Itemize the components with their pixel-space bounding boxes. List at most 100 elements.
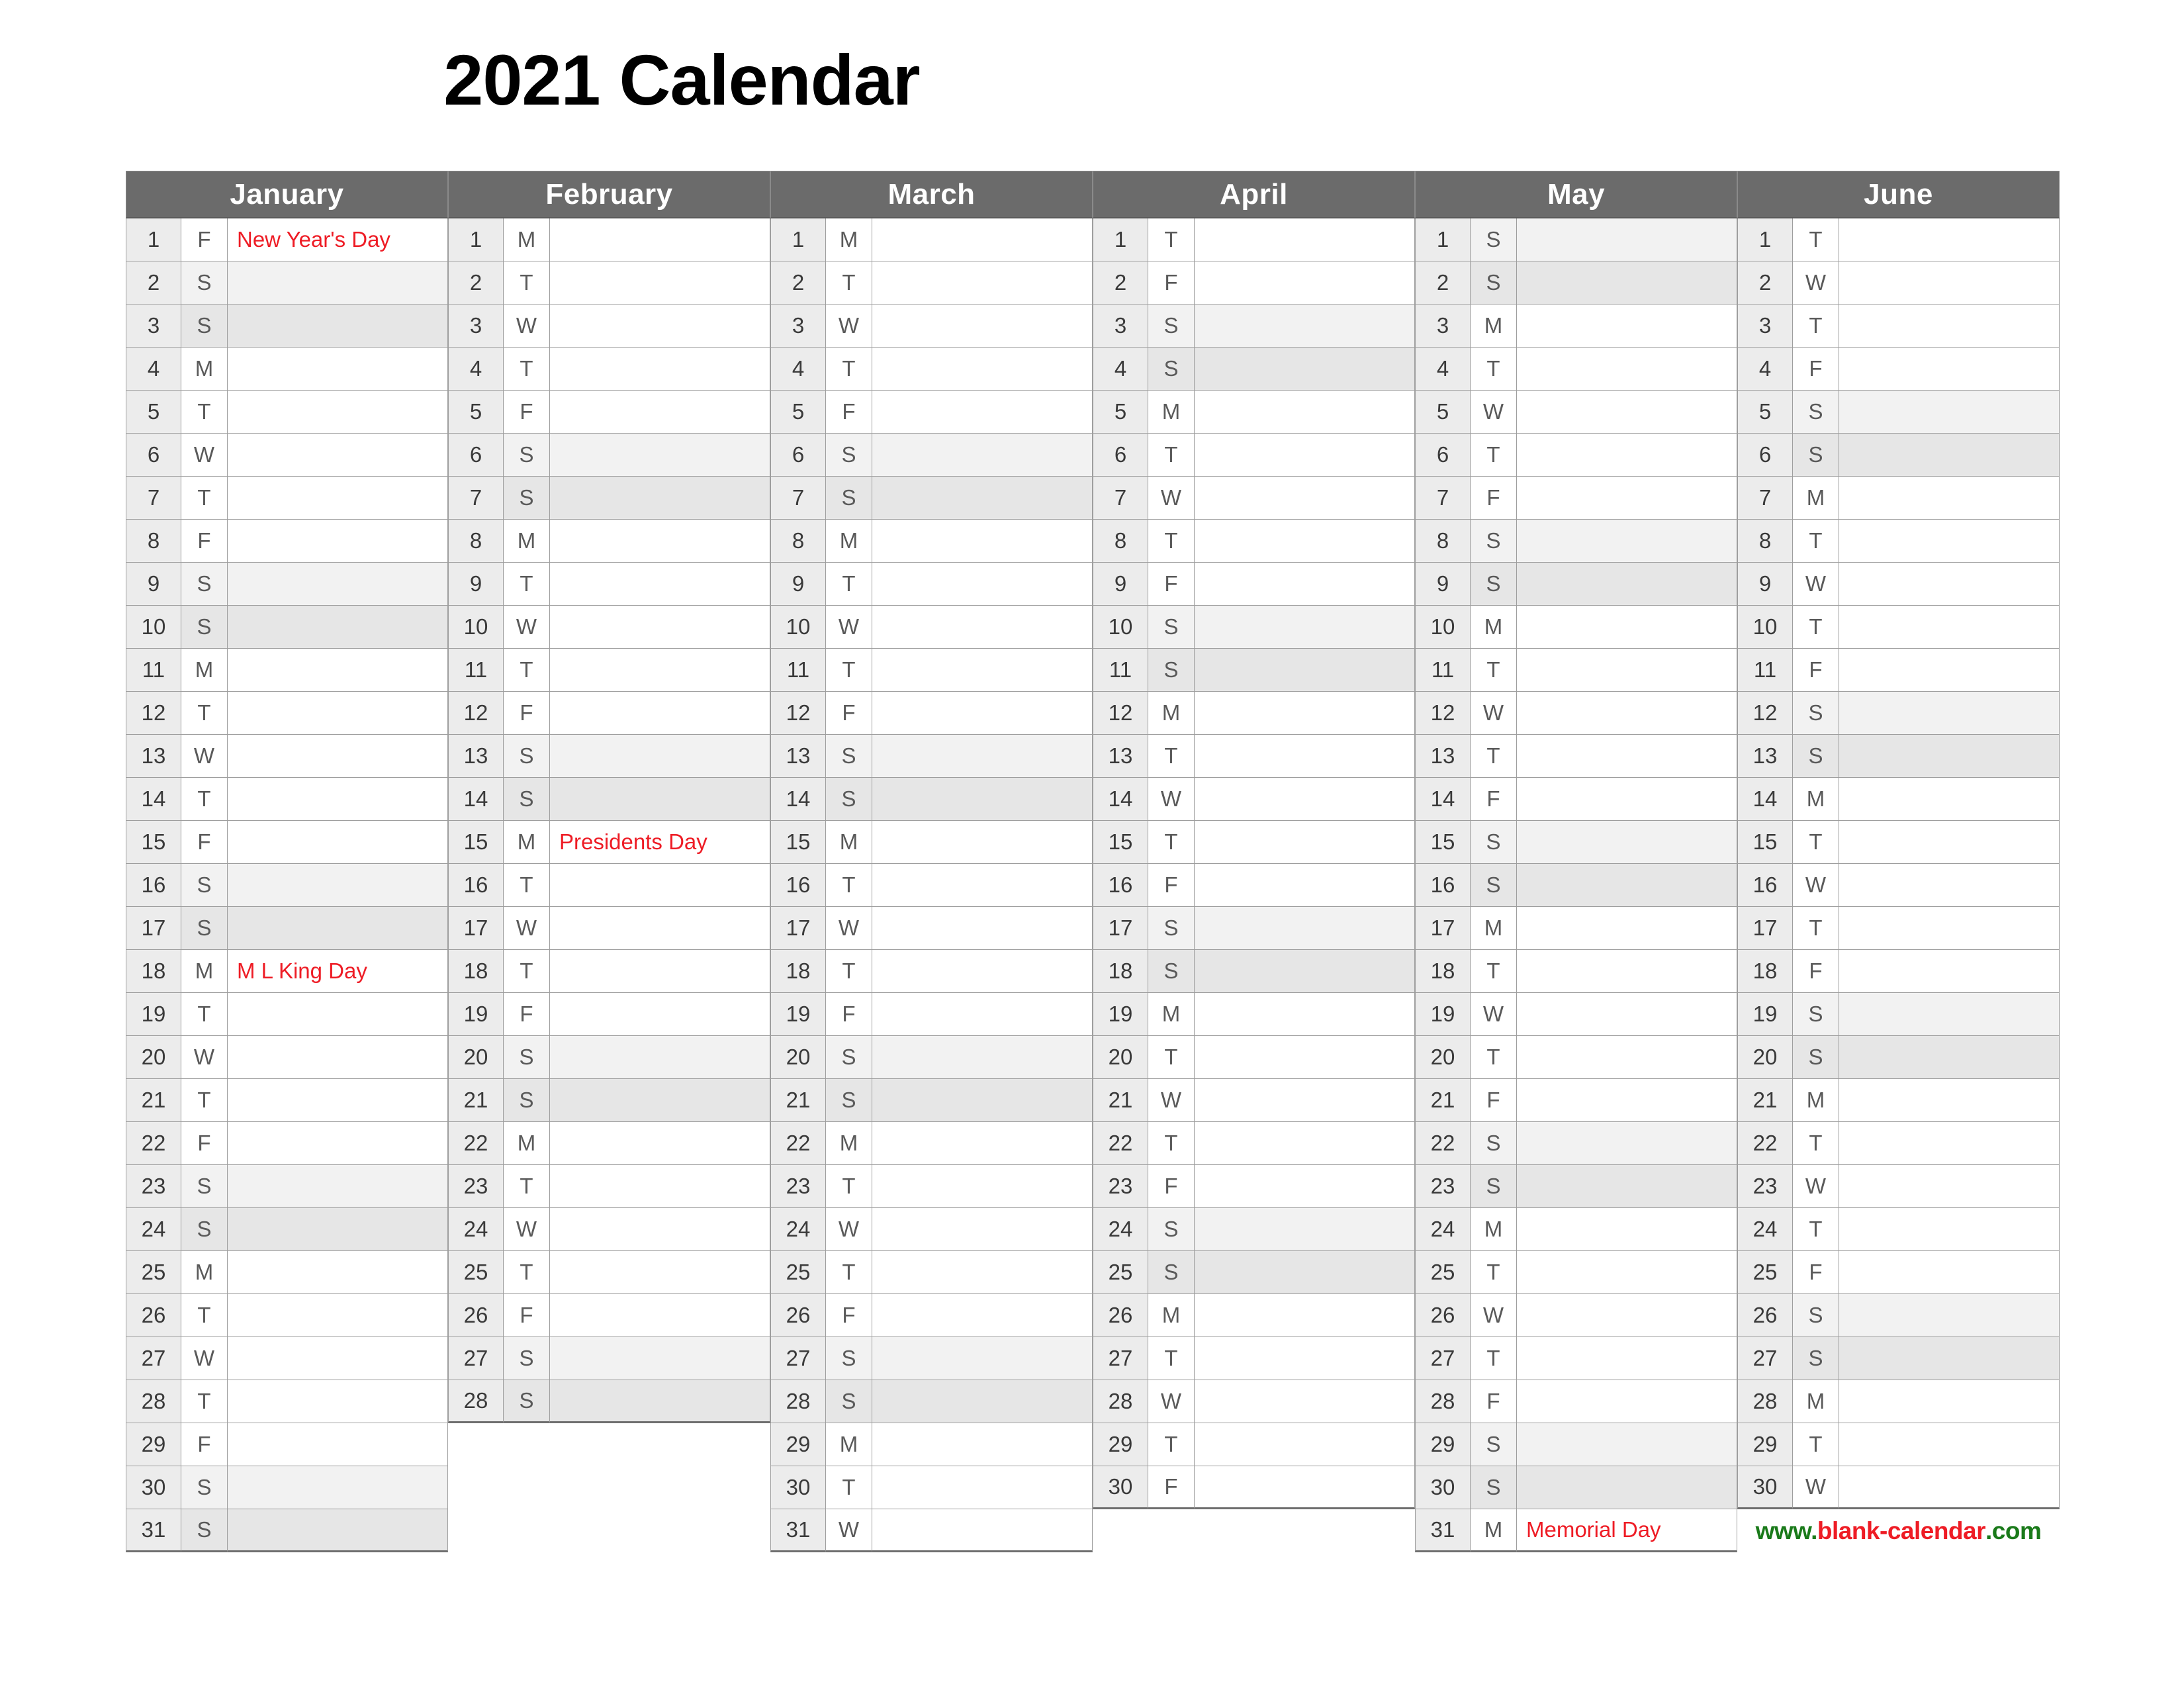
note-cell[interactable]: [1517, 1337, 1737, 1380]
note-cell[interactable]: [1517, 1122, 1737, 1165]
note-cell[interactable]: [550, 1208, 770, 1251]
note-cell[interactable]: [228, 1122, 448, 1165]
note-cell[interactable]: [1839, 261, 2060, 305]
note-cell[interactable]: [1195, 821, 1415, 864]
note-cell[interactable]: [550, 1165, 770, 1208]
note-cell[interactable]: [872, 864, 1093, 907]
note-cell[interactable]: [1517, 520, 1737, 563]
note-cell[interactable]: [550, 864, 770, 907]
note-cell[interactable]: [228, 434, 448, 477]
note-cell[interactable]: [872, 735, 1093, 778]
note-cell[interactable]: [1517, 563, 1737, 606]
note-cell[interactable]: [1839, 1423, 2060, 1466]
note-cell[interactable]: [1195, 218, 1415, 261]
note-cell[interactable]: [1195, 649, 1415, 692]
note-cell[interactable]: [872, 1122, 1093, 1165]
note-cell[interactable]: [1517, 778, 1737, 821]
note-cell[interactable]: [1517, 735, 1737, 778]
note-cell[interactable]: [872, 821, 1093, 864]
note-cell[interactable]: [1839, 1079, 2060, 1122]
note-cell[interactable]: [872, 692, 1093, 735]
note-cell[interactable]: [550, 692, 770, 735]
note-cell[interactable]: [1839, 778, 2060, 821]
note-cell[interactable]: [1517, 477, 1737, 520]
note-cell[interactable]: [1839, 1294, 2060, 1337]
note-cell[interactable]: [1517, 434, 1737, 477]
website-link[interactable]: www. blank-calendar .com: [1737, 1509, 2060, 1552]
note-cell[interactable]: [228, 735, 448, 778]
note-cell[interactable]: [1517, 348, 1737, 391]
note-cell[interactable]: [872, 1509, 1093, 1552]
note-cell[interactable]: [872, 1079, 1093, 1122]
note-cell[interactable]: [1195, 1079, 1415, 1122]
note-cell[interactable]: [1839, 1036, 2060, 1079]
note-cell[interactable]: [550, 1294, 770, 1337]
note-cell[interactable]: [550, 993, 770, 1036]
note-cell[interactable]: [1839, 563, 2060, 606]
note-cell[interactable]: [872, 907, 1093, 950]
note-cell[interactable]: [1839, 692, 2060, 735]
note-cell[interactable]: [1517, 1165, 1737, 1208]
note-cell[interactable]: [550, 950, 770, 993]
note-cell[interactable]: [1839, 477, 2060, 520]
note-cell[interactable]: [1517, 305, 1737, 348]
note-cell[interactable]: [550, 735, 770, 778]
note-cell[interactable]: [228, 1380, 448, 1423]
note-cell[interactable]: [1839, 305, 2060, 348]
note-cell[interactable]: [1839, 950, 2060, 993]
note-cell[interactable]: [1839, 348, 2060, 391]
note-cell[interactable]: [1517, 391, 1737, 434]
note-cell[interactable]: [872, 218, 1093, 261]
note-cell[interactable]: [1839, 1208, 2060, 1251]
note-cell[interactable]: [550, 391, 770, 434]
note-cell[interactable]: [228, 864, 448, 907]
note-cell[interactable]: [1195, 864, 1415, 907]
note-cell[interactable]: [1839, 520, 2060, 563]
note-cell[interactable]: [550, 1251, 770, 1294]
note-cell[interactable]: [1195, 1294, 1415, 1337]
note-cell[interactable]: [550, 1079, 770, 1122]
holiday-label[interactable]: New Year's Day: [228, 218, 448, 261]
holiday-label[interactable]: Memorial Day: [1517, 1509, 1737, 1552]
note-cell[interactable]: [228, 778, 448, 821]
note-cell[interactable]: [550, 563, 770, 606]
note-cell[interactable]: [550, 477, 770, 520]
note-cell[interactable]: [1839, 1251, 2060, 1294]
note-cell[interactable]: [1517, 1423, 1737, 1466]
note-cell[interactable]: [1517, 1251, 1737, 1294]
note-cell[interactable]: [228, 305, 448, 348]
note-cell[interactable]: [872, 950, 1093, 993]
note-cell[interactable]: [872, 434, 1093, 477]
note-cell[interactable]: [872, 606, 1093, 649]
note-cell[interactable]: [1195, 305, 1415, 348]
note-cell[interactable]: [550, 1036, 770, 1079]
note-cell[interactable]: [228, 1165, 448, 1208]
note-cell[interactable]: [550, 606, 770, 649]
note-cell[interactable]: [228, 1337, 448, 1380]
note-cell[interactable]: [550, 778, 770, 821]
note-cell[interactable]: [872, 1380, 1093, 1423]
note-cell[interactable]: [550, 348, 770, 391]
note-cell[interactable]: [1195, 907, 1415, 950]
note-cell[interactable]: [1195, 1122, 1415, 1165]
note-cell[interactable]: [1839, 907, 2060, 950]
note-cell[interactable]: [550, 907, 770, 950]
note-cell[interactable]: [872, 520, 1093, 563]
note-cell[interactable]: [1195, 735, 1415, 778]
note-cell[interactable]: [872, 993, 1093, 1036]
note-cell[interactable]: [872, 563, 1093, 606]
note-cell[interactable]: [1839, 391, 2060, 434]
note-cell[interactable]: [872, 1165, 1093, 1208]
note-cell[interactable]: [1195, 261, 1415, 305]
note-cell[interactable]: [228, 907, 448, 950]
note-cell[interactable]: [1195, 563, 1415, 606]
note-cell[interactable]: [550, 218, 770, 261]
note-cell[interactable]: [1517, 218, 1737, 261]
note-cell[interactable]: [550, 305, 770, 348]
note-cell[interactable]: [228, 477, 448, 520]
note-cell[interactable]: [1195, 993, 1415, 1036]
note-cell[interactable]: [1839, 1380, 2060, 1423]
note-cell[interactable]: [550, 261, 770, 305]
note-cell[interactable]: [228, 1466, 448, 1509]
note-cell[interactable]: [228, 1251, 448, 1294]
